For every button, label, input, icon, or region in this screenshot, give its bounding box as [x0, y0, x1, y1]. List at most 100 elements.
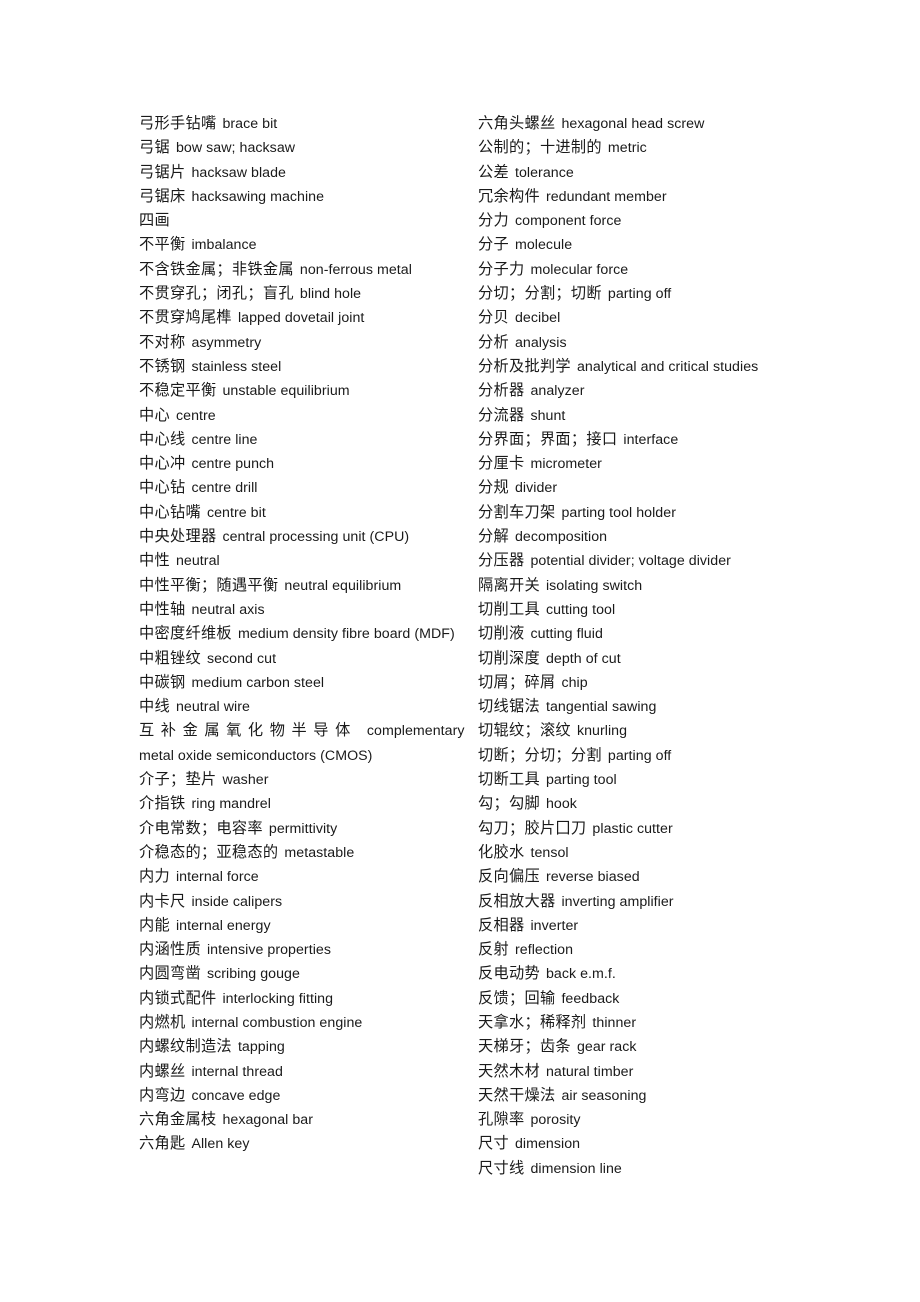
entry-term-english: tangential sawing: [545, 699, 657, 716]
entry-term-english: medium carbon steel: [191, 674, 325, 691]
entry-term-english: reflection: [514, 942, 574, 959]
entry-term-chinese: 分析及批判学: [478, 357, 571, 375]
glossary-entry: 中性平衡；随遇平衡 neutral equilibrium: [139, 574, 478, 598]
glossary-entry: 中央处理器 central processing unit (CPU): [139, 525, 478, 549]
entry-term-chinese: 切线锯法: [478, 698, 540, 716]
glossary-entry: 分规 divider: [478, 476, 817, 500]
entry-term-chinese: 中心冲: [139, 455, 186, 473]
entry-term-chinese: 反相器: [478, 916, 525, 934]
entry-term-chinese: 分析: [478, 333, 509, 351]
entry-term-english: decomposition: [514, 529, 608, 546]
entry-term-chinese: 切断；分切；分割: [478, 746, 602, 764]
entry-term-chinese: 尺寸: [478, 1135, 509, 1153]
entry-term-chinese: 弓形手钻嘴: [139, 115, 217, 132]
glossary-entry: 内弯边 concave edge: [139, 1084, 478, 1108]
entry-term-chinese: 天梯牙；齿条: [478, 1038, 571, 1056]
entry-term-chinese: 弓锯片: [139, 163, 186, 181]
glossary-entry: 分析器 analyzer: [478, 379, 817, 403]
entry-term-chinese: 中性轴: [139, 600, 186, 618]
entry-term-chinese: 不对称: [139, 333, 186, 351]
entry-term-chinese: 六角匙: [139, 1135, 186, 1153]
glossary-entry: 内螺纹制造法 tapping: [139, 1035, 478, 1059]
entry-term-chinese: 反馈；回输: [478, 989, 556, 1007]
entry-term-chinese: 内螺纹制造法: [139, 1038, 232, 1056]
entry-term-english: interlocking fitting: [222, 990, 334, 1007]
entry-term-english: tapping: [237, 1039, 285, 1056]
glossary-entry: 分流器 shunt: [478, 404, 817, 428]
entry-term-english: centre bit: [206, 504, 266, 521]
entry-term-chinese: 隔离开关: [478, 576, 540, 594]
entry-term-english: Allen key: [191, 1136, 250, 1153]
glossary-entry: 不贯穿孔；闭孔；盲孔 blind hole: [139, 282, 478, 306]
glossary-entry: 中心钻嘴 centre bit: [139, 501, 478, 525]
entry-term-english: parting tool: [545, 772, 617, 789]
entry-term-english: hexagonal head screw: [561, 116, 705, 132]
entry-term-english: reverse biased: [545, 869, 640, 886]
glossary-entry: 分切；分割；切断 parting off: [478, 282, 817, 306]
glossary-entry: 中粗锉纹 second cut: [139, 647, 478, 671]
entry-term-english: shunt: [530, 407, 566, 424]
glossary-entry: 反馈；回输 feedback: [478, 987, 817, 1011]
entry-term-english: centre line: [191, 431, 258, 448]
glossary-entry: 尺寸 dimension: [478, 1132, 817, 1156]
entry-term-chinese: 内圆弯凿: [139, 965, 201, 983]
entry-term-chinese: 反射: [478, 941, 509, 959]
entry-term-english: centre drill: [191, 480, 258, 497]
entry-term-chinese: 内力: [139, 868, 170, 886]
entry-term-english: cutting fluid: [530, 626, 603, 643]
entry-term-english: washer: [222, 772, 269, 789]
entry-term-english: ring mandrel: [191, 796, 271, 813]
entry-term-english: internal combustion engine: [191, 1014, 363, 1031]
entry-term-chinese: 切削工具: [478, 600, 540, 618]
entry-term-english: molecule: [514, 237, 573, 254]
entry-term-english: neutral equilibrium: [284, 577, 402, 594]
entry-term-english: feedback: [561, 990, 620, 1007]
entry-term-english: bow saw; hacksaw: [175, 140, 296, 157]
entry-term-chinese: 分压器: [478, 552, 525, 570]
entry-term-english: knurling: [576, 723, 628, 740]
entry-term-chinese: 分子力: [478, 260, 525, 278]
entry-term-english: scribing gouge: [206, 966, 300, 983]
entry-term-chinese: 内卡尺: [139, 892, 186, 910]
glossary-entry: 不锈钢 stainless steel: [139, 355, 478, 379]
entry-term-chinese: 切断工具: [478, 771, 540, 789]
glossary-entry: 分力 component force: [478, 209, 817, 233]
entry-term-english: interface: [623, 431, 679, 448]
document-page: 弓形手钻嘴 brace bit 弓锯 bow saw; hacksaw 弓锯片 hacks…: [0, 0, 920, 1302]
entry-term-chinese: 分界面；界面；接口: [478, 430, 618, 448]
entry-term-english: hacksaw blade: [191, 164, 286, 181]
glossary-entry: 六角匙 Allen key: [139, 1132, 478, 1156]
glossary-entry: 内圆弯凿 scribing gouge: [139, 962, 478, 986]
entry-term-english: imbalance: [191, 237, 257, 254]
glossary-entry: 不稳定平衡 unstable equilibrium: [139, 379, 478, 403]
entry-term-english: dimension: [514, 1136, 581, 1153]
entry-term-chinese: 勾；勾脚: [478, 795, 540, 813]
entry-term-chinese: 内涵性质: [139, 941, 201, 959]
entry-term-english: analyzer: [530, 383, 585, 400]
entry-term-chinese: 反电动势: [478, 965, 540, 983]
glossary-entry: 分解 decomposition: [478, 525, 817, 549]
glossary-entry: 四画: [139, 209, 478, 233]
entry-term-chinese: 尺寸线: [478, 1159, 525, 1177]
glossary-entry: 介电常数；电容率 permittivity: [139, 817, 478, 841]
glossary-entry: 中心 centre: [139, 404, 478, 428]
entry-term-english: divider: [514, 480, 558, 497]
entry-term-chinese: 不稳定平衡: [139, 382, 217, 400]
entry-term-english: tolerance: [514, 164, 574, 181]
glossary-entry: 分析及批判学 analytical and critical studies: [478, 355, 817, 379]
glossary-entry: 天然木材 natural timber: [478, 1060, 817, 1084]
entry-term-chinese: 内螺丝: [139, 1062, 186, 1080]
glossary-entry: 孔隙率 porosity: [478, 1108, 817, 1132]
entry-term-chinese: 冗余构件: [478, 187, 540, 205]
glossary-entry: 内能 internal energy: [139, 914, 478, 938]
entry-term-english: centre punch: [191, 456, 275, 473]
entry-term-english: internal thread: [191, 1063, 283, 1080]
entry-term-english: inside calipers: [191, 893, 283, 910]
entry-term-chinese: 弓锯: [139, 139, 170, 157]
glossary-entry: 化胶水 tensol: [478, 841, 817, 865]
glossary-entry: 不含铁金属；非铁金属 non-ferrous metal: [139, 258, 478, 282]
entry-term-chinese: 不锈钢: [139, 357, 186, 375]
entry-term-english: non-ferrous metal: [299, 261, 412, 278]
glossary-entry: 六角头螺丝 hexagonal head screw: [478, 112, 817, 136]
entry-term-chinese: 化胶水: [478, 843, 525, 861]
